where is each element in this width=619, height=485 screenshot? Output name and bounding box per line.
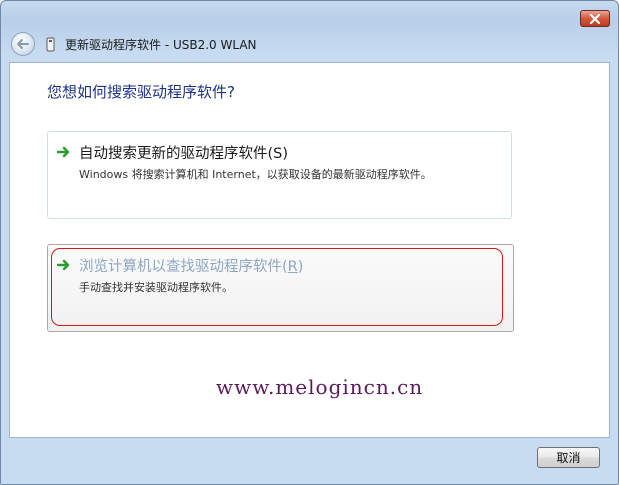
cancel-button[interactable]: 取消 <box>537 447 600 468</box>
close-button[interactable] <box>580 10 610 27</box>
browse-computer-option[interactable]: 浏览计算机以查找驱动程序软件(R) 手动查找并安装驱动程序软件。 <box>47 244 514 332</box>
device-icon <box>45 37 56 52</box>
option-title: 浏览计算机以查找驱动程序软件(R) <box>79 255 303 276</box>
option-title: 自动搜索更新的驱动程序软件(S) <box>79 146 289 162</box>
back-arrow-icon <box>17 39 29 49</box>
option-title-end: ) <box>297 259 304 275</box>
window-title: 更新驱动程序软件 - USB2.0 WLAN <box>65 38 257 52</box>
footer-bar: 取消 <box>9 438 610 478</box>
option-title-text: 浏览计算机以查找驱动程序软件( <box>79 259 288 275</box>
green-arrow-icon <box>57 259 70 271</box>
page-heading: 您想如何搜索驱动程序软件? <box>47 83 235 101</box>
content-panel: 您想如何搜索驱动程序软件? 自动搜索更新的驱动程序软件(S) Windows 将… <box>9 62 610 438</box>
dialog-window: 更新驱动程序软件 - USB2.0 WLAN 您想如何搜索驱动程序软件? 自动搜… <box>0 0 619 485</box>
close-icon <box>589 13 601 24</box>
option-accelerator-key: R <box>287 259 298 275</box>
green-arrow-icon <box>57 146 70 158</box>
option-description: Windows 将搜索计算机和 Internet，以获取设备的最新驱动程序软件。 <box>79 168 432 181</box>
auto-search-option[interactable]: 自动搜索更新的驱动程序软件(S) Windows 将搜索计算机和 Interne… <box>47 131 512 219</box>
option-description: 手动查找并安装驱动程序软件。 <box>79 281 233 294</box>
back-button[interactable] <box>11 32 35 56</box>
watermark-text: www.melogincn.cn <box>216 375 424 399</box>
